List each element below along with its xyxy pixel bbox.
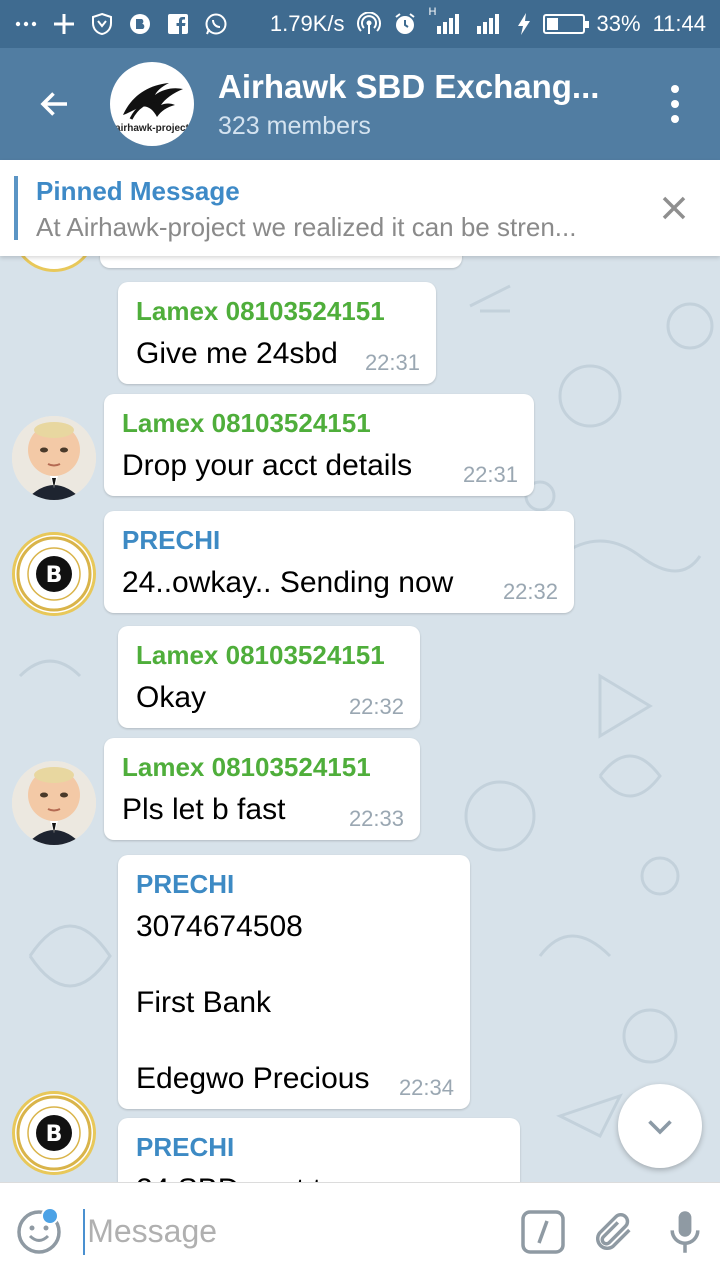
- battery-icon: [542, 14, 589, 34]
- hotspot-icon: [356, 12, 381, 36]
- emoji-button[interactable]: [0, 1183, 79, 1280]
- message-bubble[interactable]: Lamex 08103524151 Pls let b fast 22:33: [104, 738, 420, 840]
- paperclip-icon: [595, 1212, 631, 1250]
- message-sender[interactable]: PRECHI: [122, 525, 556, 556]
- message-bubble[interactable]: Lamex 08103524151 Okay 22:32: [118, 626, 420, 728]
- lamex-avatar[interactable]: [12, 416, 96, 500]
- chat-info[interactable]: Airhawk SBD Exchang... 323 members: [218, 68, 630, 141]
- overflow-menu-button[interactable]: [630, 48, 720, 160]
- hawk-logo-icon: [123, 82, 183, 120]
- charging-icon: [517, 12, 531, 36]
- battery-percent: 33%: [596, 11, 641, 36]
- message-bubble[interactable]: PRECHI 24..owkay.. Sending now 22:32: [104, 511, 574, 613]
- network-type: H: [428, 6, 437, 18]
- facebook-icon: [166, 12, 190, 36]
- message-time: 22:32: [502, 579, 558, 604]
- message-time: 22:32: [348, 694, 404, 719]
- message-text: 24..owkay.. Sending now: [122, 566, 454, 599]
- voice-message-button[interactable]: [649, 1183, 720, 1280]
- menu-dot: [671, 85, 679, 93]
- whatsapp-icon: [204, 12, 228, 36]
- prechi-avatar[interactable]: B: [12, 1091, 96, 1175]
- message-bubble[interactable]: Lamex 08103524151 Drop your acct details…: [104, 394, 534, 496]
- bitcoin-badge-icon: B: [16, 536, 92, 612]
- message-sender[interactable]: Lamex 08103524151: [136, 296, 418, 327]
- chat-area[interactable]: Lamex 08103524151 Give me 24sbd 22:31 La…: [0, 256, 720, 1182]
- message-sender[interactable]: Lamex 08103524151: [136, 640, 402, 671]
- signal-icon: [475, 12, 505, 36]
- member-count: 323 members: [218, 111, 371, 140]
- message-text: 3074674508 First Bank Edegwo Precious: [136, 910, 370, 1095]
- back-arrow-icon: [40, 92, 67, 116]
- close-pinned-button[interactable]: [654, 188, 694, 228]
- status-bar: 1.79K/s H 33% 11:44: [0, 0, 720, 48]
- back-button[interactable]: [0, 48, 110, 160]
- pinned-message[interactable]: Pinned Message At Airhawk-project we rea…: [0, 160, 720, 256]
- network-speed: 1.79K/s: [269, 11, 345, 36]
- pinned-text: At Airhawk-project we realized it can be…: [36, 212, 577, 242]
- message-sender[interactable]: Lamex 08103524151: [122, 752, 402, 783]
- prechi-avatar[interactable]: B: [12, 532, 96, 616]
- chat-title: Airhawk SBD Exchang...: [218, 67, 600, 105]
- message-text: 24 SBD sent to @airhawk...: [136, 1171, 502, 1182]
- avatar-text: airhawk-project: [115, 122, 189, 134]
- boss-baby-avatar-icon: [12, 761, 96, 845]
- svg-text:B: B: [46, 1122, 63, 1147]
- microphone-icon: [669, 1210, 700, 1253]
- battery-fill: [546, 18, 558, 30]
- message-time: 22:31: [462, 462, 518, 487]
- pinned-indicator: [14, 176, 18, 240]
- chat-header: airhawk-project Airhawk SBD Exchang... 3…: [0, 48, 720, 160]
- message-sender[interactable]: Lamex 08103524151: [122, 408, 516, 439]
- bitcoin-badge-icon: B: [16, 1095, 92, 1171]
- browser-icon: [128, 12, 152, 36]
- svg-text:B: B: [46, 563, 63, 588]
- message-sender[interactable]: PRECHI: [136, 869, 452, 900]
- message-sender[interactable]: PRECHI: [136, 1132, 502, 1163]
- bot-command-button[interactable]: [507, 1183, 578, 1280]
- message-text: Drop your acct details: [122, 449, 413, 482]
- message-input[interactable]: [85, 1213, 508, 1250]
- message-time: 22:31: [364, 350, 420, 375]
- group-avatar[interactable]: airhawk-project: [110, 62, 194, 146]
- shield-icon: [90, 12, 114, 36]
- plus-icon: [52, 12, 76, 36]
- message-bubble-partial[interactable]: [100, 256, 462, 268]
- message-composer: [0, 1182, 720, 1280]
- clock: 11:44: [652, 11, 706, 36]
- close-icon: [662, 196, 686, 220]
- new-sticker-indicator: [40, 1206, 59, 1225]
- slash-command-icon: [520, 1209, 565, 1254]
- chevron-down-icon: [648, 1120, 672, 1135]
- alarm-icon: [393, 12, 417, 36]
- scroll-to-bottom-button[interactable]: [618, 1084, 702, 1168]
- more-notifications-icon: [14, 12, 38, 36]
- menu-dot: [671, 100, 679, 108]
- message-time: 22:34: [398, 1075, 454, 1100]
- pinned-title: Pinned Message: [36, 176, 240, 206]
- message-time: 22:33: [348, 806, 404, 831]
- message-bubble[interactable]: Lamex 08103524151 Give me 24sbd 22:31: [118, 282, 436, 384]
- message-bubble[interactable]: PRECHI 24 SBD sent to @airhawk...: [118, 1118, 520, 1182]
- boss-baby-avatar-icon: [12, 416, 96, 500]
- menu-dot: [671, 115, 679, 123]
- attach-button[interactable]: [578, 1183, 649, 1280]
- lamex-avatar[interactable]: [12, 761, 96, 845]
- signal-h-icon: H: [429, 6, 463, 36]
- message-bubble[interactable]: PRECHI 3074674508 First Bank Edegwo Prec…: [118, 855, 470, 1109]
